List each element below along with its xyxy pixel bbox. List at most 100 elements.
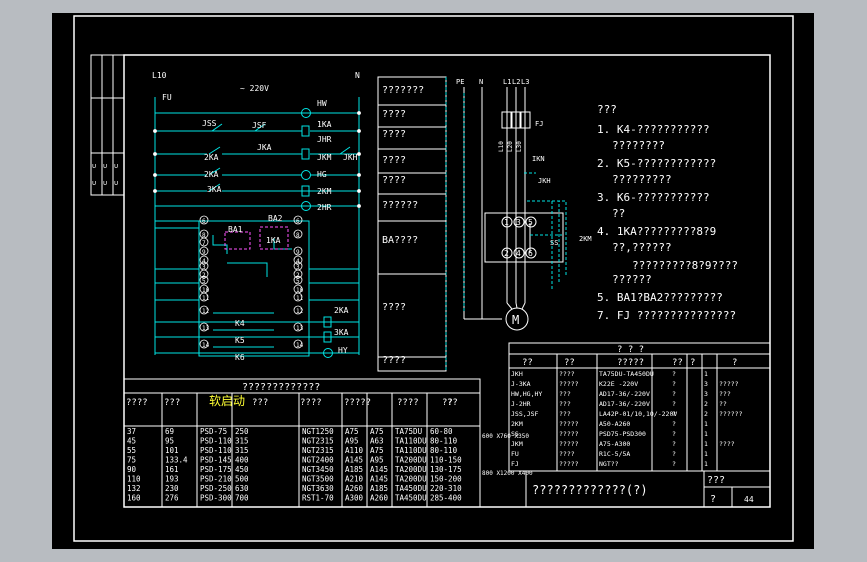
component-cell: A50-A260: [599, 420, 630, 428]
page-number: 44: [744, 495, 754, 504]
selection-cell: TA200DU: [395, 456, 427, 465]
selection-cell: 630: [235, 484, 249, 493]
selection-cell: PSD-250: [200, 484, 232, 493]
component-cell: ?????: [559, 430, 579, 438]
function-label: BA????: [382, 235, 418, 246]
label-jss: JSS: [202, 119, 217, 128]
component-cell: 1: [704, 370, 708, 378]
selection-cell: NGT3500: [302, 475, 334, 484]
component-cell: 1: [704, 460, 708, 468]
terminal-right-12: 12: [296, 308, 304, 315]
selection-cell: 315: [235, 446, 249, 455]
component-cell: A75-A300: [599, 440, 630, 448]
terminal-numbers-right: 68943251011121314: [293, 215, 304, 349]
selection-cell: 75: [127, 456, 136, 465]
notes-title: ???: [597, 103, 617, 116]
component-cell: JSS,JSF: [511, 410, 538, 418]
label-jsf: JSF: [252, 121, 267, 130]
selection-cell: A95: [345, 437, 359, 446]
component-cell: K22E -220V: [599, 380, 638, 388]
component-cell: 3: [704, 380, 708, 388]
label-hw: HW: [317, 99, 327, 108]
component-cell: ?: [672, 440, 676, 448]
label-jhr: JHR: [317, 135, 332, 144]
terminal-left-11: 11: [202, 295, 210, 302]
cad-viewport[interactable]: ∪ ∪ ∪ ∪ ∪ ∪ 6 8 7 9 4 3 2 5 10 11 12 13 …: [52, 13, 814, 549]
note-line: ?????????8?9????: [632, 259, 738, 272]
component-header: ?: [690, 358, 695, 368]
selection-cell: 55: [127, 446, 136, 455]
selection-cell: TA200DU: [395, 475, 427, 484]
label-jka: JKA: [257, 143, 272, 152]
label-jkm: JKM: [317, 153, 332, 162]
component-cell: 1: [704, 440, 708, 448]
label-1ka: 1KA: [317, 120, 332, 129]
component-header: ??: [522, 358, 533, 368]
selection-dim: 600 X760 X350: [482, 433, 529, 440]
selection-cell: A75: [370, 427, 384, 436]
selection-cell: TA110DU: [395, 437, 427, 446]
label-2ka: 2KA: [204, 153, 219, 162]
label-2km: 2KM: [317, 187, 332, 196]
component-cell: ?: [672, 380, 676, 388]
component-cell: ?????: [559, 420, 579, 428]
label-l10: L10: [152, 71, 167, 80]
terminal-right-6: 6: [296, 218, 300, 225]
terminal-left-14: 14: [202, 342, 210, 349]
component-header: ?: [732, 358, 737, 368]
component-cell: 1: [704, 450, 708, 458]
selection-cell: A145: [345, 456, 363, 465]
component-cell: J-2HR: [511, 400, 531, 408]
component-cell: NGT??: [599, 460, 619, 468]
function-label: ????: [382, 129, 406, 140]
selection-header: ???: [164, 398, 180, 408]
selection-cell: 101: [165, 446, 179, 455]
label-jkh: JKH: [343, 153, 358, 162]
starter-node-6: 6: [528, 249, 533, 258]
selection-cell: 161: [165, 465, 179, 474]
selection-cell: PSD-145: [200, 456, 232, 465]
label-fuse-1: L10: [498, 141, 505, 152]
label-2hr: 2HR: [317, 203, 332, 212]
component-cell: J-3KA: [511, 380, 531, 388]
selection-cell: 230: [165, 484, 179, 493]
component-cell: FU: [511, 450, 519, 458]
selection-cell: NGT3450: [302, 465, 334, 474]
function-column: [377, 76, 447, 372]
selection-cell: 193: [165, 475, 179, 484]
terminal-right-11: 11: [296, 295, 304, 302]
sheet-label: ?: [710, 494, 716, 505]
selection-header: ???: [252, 398, 268, 408]
label-ba2: BA2: [268, 214, 283, 223]
selection-cell: 130-175: [430, 465, 462, 474]
note-line: 1. K4-???????????: [597, 123, 710, 136]
selection-cell: 80-110: [430, 437, 458, 446]
label-3ka: 3KA: [207, 185, 222, 194]
selection-cell: NGT1250: [302, 427, 334, 436]
note-line: ?????????: [612, 173, 672, 186]
terminal-right-8: 8: [296, 232, 300, 239]
terminal-right-13: 13: [296, 325, 304, 332]
note-line: 5. BA1?BA2?????????: [597, 291, 723, 304]
component-cell: ?: [672, 410, 676, 418]
selection-cell: 400: [235, 456, 249, 465]
component-cell: LA42P-01/10,10/-220V: [599, 410, 677, 418]
component-cell: R1C-5/5A: [599, 450, 630, 458]
selection-cell: 80-110: [430, 446, 458, 455]
selection-cell: TA200DU: [395, 465, 427, 474]
component-header: ??: [672, 358, 683, 368]
starter-node-5: 5: [528, 218, 533, 227]
component-cell: ??: [719, 400, 727, 408]
note-line: 2. K5-????????????: [597, 157, 716, 170]
selection-cell: 150-200: [430, 475, 462, 484]
selection-cell: PSD-110: [200, 437, 232, 446]
selection-header: ?????: [344, 398, 371, 408]
component-header: ?????: [617, 358, 644, 368]
label-pe: PE: [456, 78, 464, 86]
label-jkh-power: JKH: [538, 177, 551, 185]
selection-cell: A260: [345, 484, 364, 493]
component-cell: ?: [672, 460, 676, 468]
selection-cell: A145: [370, 475, 388, 484]
function-label: ????: [382, 355, 406, 366]
starter-node-1: 1: [504, 218, 509, 227]
